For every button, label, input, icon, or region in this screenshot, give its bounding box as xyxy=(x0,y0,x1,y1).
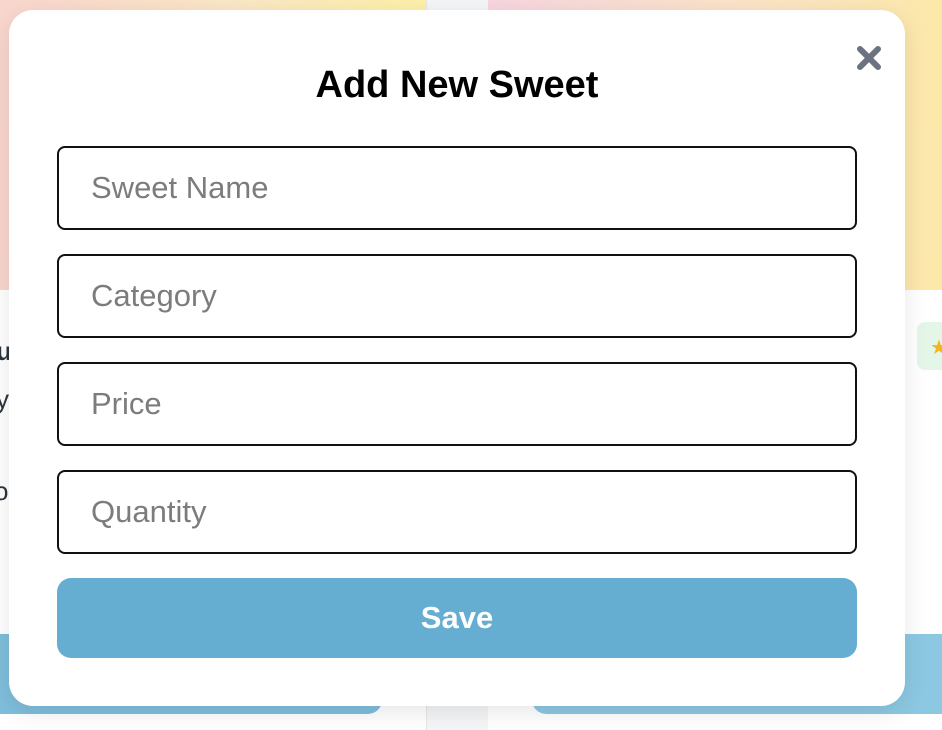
sweet-name-input[interactable] xyxy=(57,146,857,230)
price-input[interactable] xyxy=(57,362,857,446)
background-card-text-fragment: o xyxy=(0,476,9,506)
add-sweet-modal: Add New Sweet Save xyxy=(9,10,905,706)
save-button[interactable]: Save xyxy=(57,578,857,658)
close-button[interactable] xyxy=(852,41,886,75)
background-card-text-fragment: y xyxy=(0,384,9,414)
close-x-icon xyxy=(857,46,881,70)
category-input[interactable] xyxy=(57,254,857,338)
quantity-input[interactable] xyxy=(57,470,857,554)
modal-title: Add New Sweet xyxy=(315,64,599,106)
star-icon: ★ xyxy=(930,337,942,359)
